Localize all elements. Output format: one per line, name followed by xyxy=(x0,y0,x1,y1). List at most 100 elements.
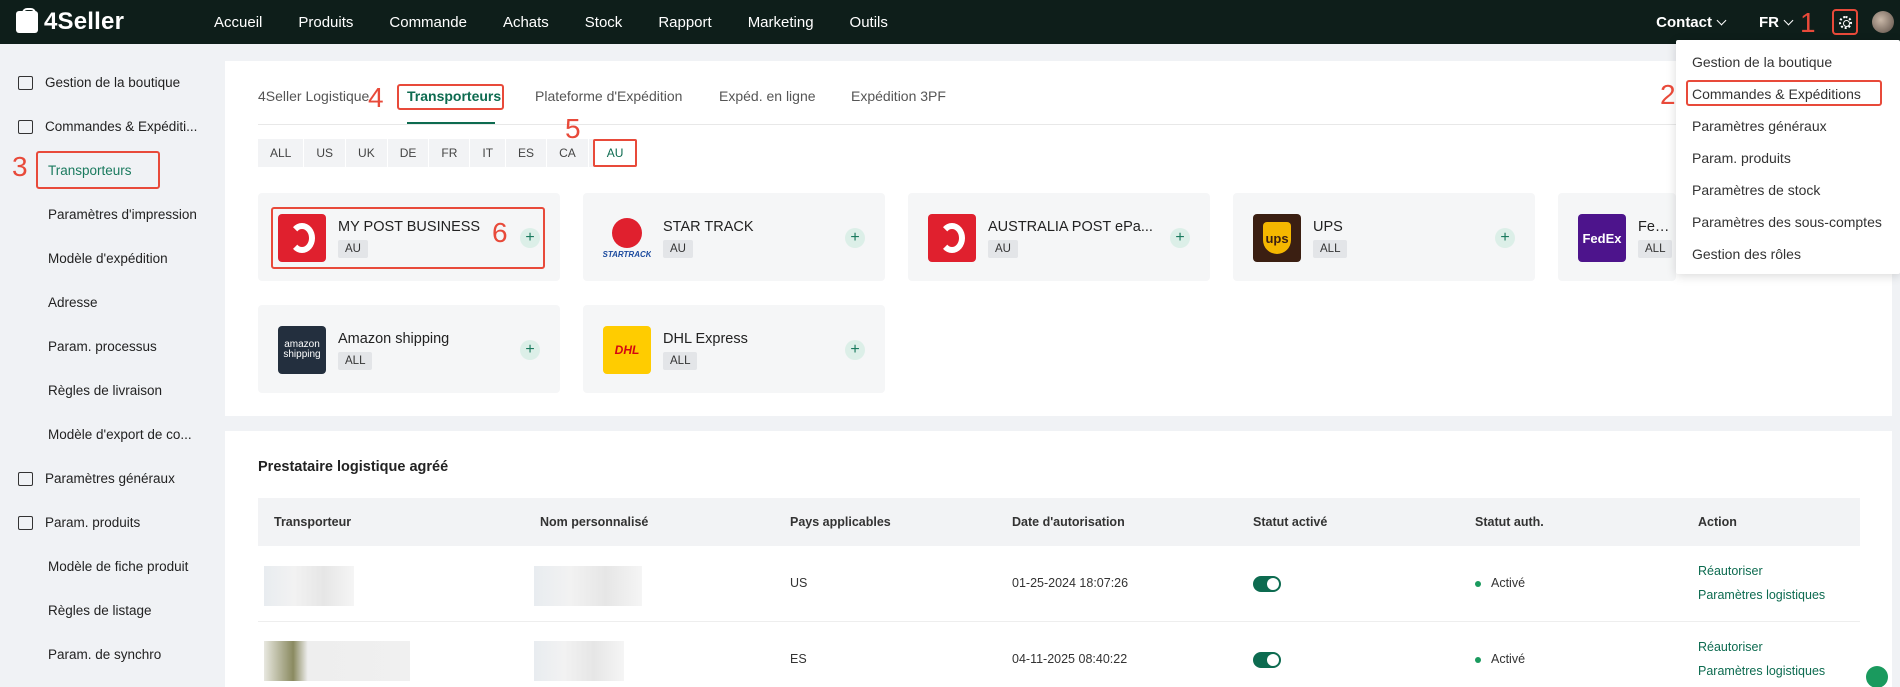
carrier-region-tag: ALL xyxy=(1638,240,1673,258)
nav-achats[interactable]: Achats xyxy=(503,14,549,31)
chat-icon[interactable] xyxy=(1866,666,1888,687)
table-header: Transporteur Nom personnalisé Pays appli… xyxy=(258,498,1860,546)
carrier-card-amazon-shipping[interactable]: amazon shipping Amazon shipping ALL + xyxy=(258,305,560,393)
sidebar-item-shipping-template[interactable]: Modèle d'expédition xyxy=(48,251,168,266)
logistics-settings-link[interactable]: Paramètres logistiques xyxy=(1698,588,1825,602)
gear-icon xyxy=(1838,15,1852,29)
custom-name-blurred xyxy=(534,641,624,681)
top-navbar: 4Seller Accueil Produits Commande Achats… xyxy=(0,0,1900,44)
tab-plateforme-expedition[interactable]: Plateforme d'Expédition xyxy=(535,88,682,104)
sidebar-item-address[interactable]: Adresse xyxy=(48,295,98,310)
tabs-divider xyxy=(258,124,1866,125)
sidebar-item-label: Gestion de la boutique xyxy=(45,75,181,90)
reauthorize-link[interactable]: Réautoriser xyxy=(1698,640,1763,654)
add-carrier-button[interactable]: + xyxy=(1495,228,1515,248)
menu-item-stock[interactable]: Paramètres de stock xyxy=(1692,182,1820,198)
sidebar-item-sync[interactable]: Param. de synchro xyxy=(48,647,161,662)
sidebar-item-product-template[interactable]: Modèle de fiche produit xyxy=(48,559,188,574)
logo-text: 4Seller xyxy=(44,8,125,35)
nav-rapport[interactable]: Rapport xyxy=(658,14,711,31)
logistics-settings-link[interactable]: Paramètres logistiques xyxy=(1698,664,1825,678)
row-country: US xyxy=(790,576,808,590)
row-auth-date: 01-25-2024 18:07:26 xyxy=(1012,576,1129,590)
australia-post-logo xyxy=(928,214,976,262)
sidebar-item-general[interactable]: Paramètres généraux xyxy=(18,471,175,486)
annotation-1: 1 xyxy=(1800,7,1816,38)
menu-item-general[interactable]: Paramètres généraux xyxy=(1692,118,1827,134)
add-carrier-button[interactable]: + xyxy=(845,228,865,248)
status-dot xyxy=(1475,656,1481,663)
add-carrier-button[interactable]: + xyxy=(520,340,540,360)
logo-text: DHL xyxy=(614,343,640,357)
sidebar-item-print-settings[interactable]: Paramètres d'impression xyxy=(48,207,197,222)
carrier-region-tag: ALL xyxy=(338,352,373,370)
reauthorize-link[interactable]: Réautoriser xyxy=(1698,564,1763,578)
contact-menu[interactable]: Contact xyxy=(1656,14,1727,31)
printer-icon xyxy=(18,471,33,486)
language-selector[interactable]: FR xyxy=(1759,14,1794,31)
logo-text: FedEx xyxy=(1582,230,1622,246)
sidebar-item-export-template[interactable]: Modèle d'export de co... xyxy=(48,427,192,442)
nav-stock[interactable]: Stock xyxy=(585,14,623,31)
carrier-card-fedex[interactable]: FedEx FedEx ALL xyxy=(1558,193,1676,281)
annotation-5: 5 xyxy=(565,113,581,144)
menu-item-store[interactable]: Gestion de la boutique xyxy=(1692,54,1832,70)
custom-name-blurred xyxy=(534,566,642,606)
carrier-name: DHL Express xyxy=(663,331,748,347)
column-header-custom-name: Nom personnalisé xyxy=(540,515,649,529)
sidebar-item-store[interactable]: Gestion de la boutique xyxy=(18,75,180,90)
country-de[interactable]: DE xyxy=(388,139,430,167)
app-logo[interactable]: 4Seller xyxy=(16,8,176,36)
column-header-auth-date: Date d'autorisation xyxy=(1012,515,1125,529)
logo-text: amazon shipping xyxy=(283,339,321,360)
settings-button[interactable] xyxy=(1832,9,1858,35)
store-icon xyxy=(18,75,33,90)
country-it[interactable]: IT xyxy=(470,139,507,167)
amazon-shipping-logo: amazon shipping xyxy=(278,326,326,374)
sidebar-item-orders[interactable]: Commandes & Expéditi... xyxy=(18,119,197,134)
product-icon xyxy=(18,515,33,530)
country-fr[interactable]: FR xyxy=(429,139,471,167)
sidebar-item-process[interactable]: Param. processus xyxy=(48,339,157,354)
country-us[interactable]: US xyxy=(304,139,347,167)
main-nav: Accueil Produits Commande Achats Stock R… xyxy=(214,14,924,31)
menu-item-roles[interactable]: Gestion des rôles xyxy=(1692,246,1801,262)
enabled-toggle[interactable] xyxy=(1253,576,1281,592)
country-uk[interactable]: UK xyxy=(346,139,388,167)
sidebar-item-products[interactable]: Param. produits xyxy=(18,515,140,530)
menu-item-subaccounts[interactable]: Paramètres des sous-comptes xyxy=(1692,214,1882,230)
enabled-toggle[interactable] xyxy=(1253,652,1281,668)
country-es[interactable]: ES xyxy=(506,139,548,167)
table-row: ES 04-11-2025 08:40:22 Activé Réautorise… xyxy=(258,622,1860,687)
tab-4seller-logistique[interactable]: 4Seller Logistique xyxy=(258,88,369,104)
sidebar-item-delivery-rules[interactable]: Règles de livraison xyxy=(48,383,162,398)
tab-expedition-3pf[interactable]: Expédition 3PF xyxy=(851,88,946,104)
sidebar-item-label: Commandes & Expéditi... xyxy=(45,119,198,134)
carrier-card-star-track[interactable]: STARTRACK STAR TRACK AU + xyxy=(583,193,885,281)
add-carrier-button[interactable]: + xyxy=(845,340,865,360)
nav-accueil[interactable]: Accueil xyxy=(214,14,262,31)
carrier-card-australia-post[interactable]: AUSTRALIA POST ePa... AU + xyxy=(908,193,1210,281)
country-all[interactable]: ALL xyxy=(258,139,305,167)
column-header-action: Action xyxy=(1698,515,1737,529)
nav-marketing[interactable]: Marketing xyxy=(748,14,814,31)
ups-logo: ups xyxy=(1253,214,1301,262)
add-carrier-button[interactable]: + xyxy=(1170,228,1190,248)
carrier-logo-blurred xyxy=(264,566,354,606)
sidebar-item-listing-rules[interactable]: Règles de listage xyxy=(48,603,152,618)
dhl-logo: DHL xyxy=(603,326,651,374)
carrier-name: FedEx xyxy=(1638,219,1676,235)
avatar[interactable] xyxy=(1872,11,1894,33)
country-au[interactable]: AU xyxy=(592,139,638,167)
chevron-down-icon xyxy=(1783,15,1794,25)
tab-exped-en-ligne[interactable]: Expéd. en ligne xyxy=(719,88,816,104)
carrier-card-dhl-express[interactable]: DHL DHL Express ALL + xyxy=(583,305,885,393)
fedex-logo: FedEx xyxy=(1578,214,1626,262)
carrier-card-ups[interactable]: ups UPS ALL + xyxy=(1233,193,1535,281)
nav-commande[interactable]: Commande xyxy=(389,14,467,31)
logo-text: ups xyxy=(1263,222,1291,254)
nav-outils[interactable]: Outils xyxy=(850,14,888,31)
row-auth-status: Activé xyxy=(1475,652,1525,666)
nav-produits[interactable]: Produits xyxy=(298,14,353,31)
menu-item-products[interactable]: Param. produits xyxy=(1692,150,1791,166)
